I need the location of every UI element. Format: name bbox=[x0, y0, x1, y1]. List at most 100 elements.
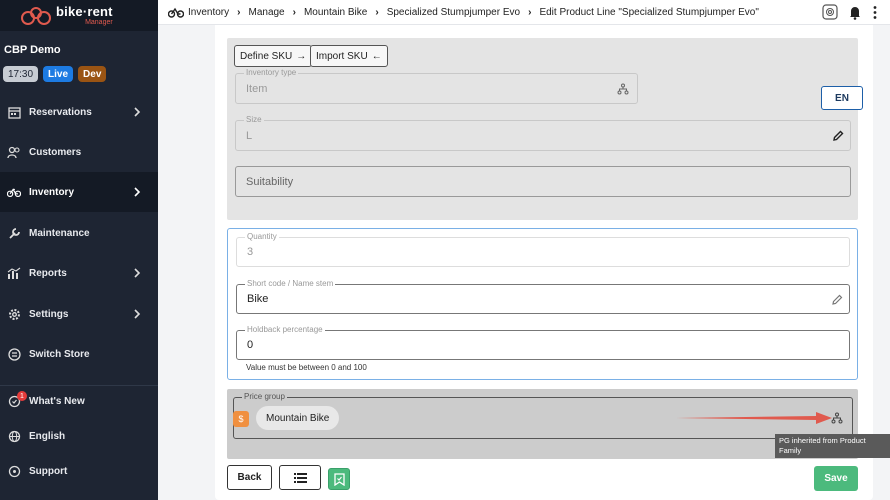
bike-logo-icon bbox=[21, 6, 51, 25]
sidebar-item-label: Switch Store bbox=[29, 348, 90, 360]
define-sku-label: Define SKU bbox=[240, 50, 293, 62]
size-label: Size bbox=[244, 115, 264, 124]
bike-icon bbox=[7, 185, 21, 199]
save-button[interactable]: Save bbox=[814, 466, 858, 491]
price-tag-icon: $ bbox=[233, 411, 249, 427]
arrow-left-icon: ← bbox=[371, 50, 382, 62]
env-live-badge[interactable]: Live bbox=[43, 66, 74, 82]
sidebar-item-label: English bbox=[29, 430, 66, 442]
suitability-field[interactable]: Suitability bbox=[235, 166, 851, 197]
sidebar-item-label: What's New bbox=[29, 395, 85, 407]
inventory-type-value: Item bbox=[246, 83, 268, 95]
sku-group: Define SKU → Import SKU ← Inventory type… bbox=[227, 38, 863, 220]
breadcrumb-item-manage[interactable]: Manage bbox=[248, 7, 284, 18]
users-icon bbox=[7, 145, 21, 159]
sidebar-item-switch-store[interactable]: Switch Store bbox=[0, 334, 158, 374]
list-icon bbox=[293, 472, 307, 483]
holdback-label: Holdback percentage bbox=[245, 325, 325, 334]
list-button[interactable] bbox=[279, 465, 321, 490]
sidebar-item-label: Maintenance bbox=[29, 227, 90, 239]
sidebar-item-label: Inventory bbox=[29, 186, 75, 198]
price-group-tooltip: PG inherited from Product Family bbox=[775, 434, 890, 458]
quantity-value: 3 bbox=[247, 246, 254, 258]
chevron-right-icon: › bbox=[375, 6, 379, 18]
holdback-percentage-field[interactable]: Holdback percentage 0 bbox=[236, 325, 850, 360]
holdback-value: 0 bbox=[247, 339, 254, 351]
arrow-right-icon: → bbox=[296, 50, 307, 62]
chevron-right-icon: › bbox=[292, 6, 296, 18]
back-button[interactable]: Back bbox=[227, 465, 272, 490]
short-code-label: Short code / Name stem bbox=[245, 279, 336, 288]
fingerprint-icon[interactable] bbox=[822, 4, 838, 20]
sidebar-item-reservations[interactable]: Reservations bbox=[0, 92, 158, 132]
env-dev-badge[interactable]: Dev bbox=[78, 66, 107, 82]
edit-product-line-form: Define SKU → Import SKU ← Inventory type… bbox=[215, 25, 873, 500]
breadcrumb-item-current: Edit Product Line "Specialized Stumpjump… bbox=[539, 6, 759, 18]
inventory-type-field: Inventory type Item bbox=[235, 68, 638, 104]
more-vertical-icon[interactable] bbox=[872, 5, 878, 20]
sidebar-item-whats-new[interactable]: What's New bbox=[0, 381, 158, 421]
help-icon bbox=[7, 464, 21, 478]
hierarchy-icon bbox=[617, 83, 629, 95]
bike-icon bbox=[168, 7, 184, 18]
sidebar-item-label: Reservations bbox=[29, 106, 92, 118]
short-code-field[interactable]: Short code / Name stem Bike bbox=[236, 279, 850, 314]
globe-icon bbox=[7, 429, 21, 443]
chevron-right-icon: › bbox=[237, 6, 241, 18]
hierarchy-icon[interactable] bbox=[831, 412, 843, 424]
sidebar-item-english[interactable]: English bbox=[0, 416, 158, 456]
sidebar-item-reports[interactable]: Reports bbox=[0, 253, 158, 293]
price-group-label: Price group bbox=[242, 392, 287, 401]
details-group: Quantity 3 Short code / Name stem Bike H… bbox=[227, 228, 858, 380]
sidebar-item-label: Customers bbox=[29, 146, 82, 158]
sidebar-item-label: Settings bbox=[29, 308, 69, 320]
holdback-helper-text: Value must be between 0 and 100 bbox=[246, 363, 367, 372]
sidebar-item-customers[interactable]: Customers bbox=[0, 132, 158, 172]
price-group-section: Price group $ Mountain Bike bbox=[227, 389, 858, 459]
bell-icon[interactable] bbox=[848, 5, 862, 20]
quantity-field: Quantity 3 bbox=[236, 232, 850, 267]
logo-text: bike·rent bbox=[56, 4, 113, 19]
import-sku-button[interactable]: Import SKU ← bbox=[310, 45, 388, 67]
pencil-icon[interactable] bbox=[832, 130, 844, 142]
gear-icon bbox=[7, 307, 21, 321]
logo-subtitle: Manager bbox=[85, 19, 113, 26]
pencil-icon[interactable] bbox=[831, 294, 843, 306]
switch-icon bbox=[7, 347, 21, 361]
chevron-right-icon: › bbox=[528, 6, 532, 18]
quantity-label: Quantity bbox=[245, 232, 279, 241]
breadcrumb-item-inventory[interactable]: Inventory bbox=[168, 7, 229, 18]
breadcrumb-item-mountain-bike[interactable]: Mountain Bike bbox=[304, 7, 367, 18]
logo[interactable]: bike·rent Manager bbox=[0, 0, 158, 31]
price-group-field[interactable]: Price group $ Mountain Bike bbox=[233, 392, 853, 439]
inventory-type-label: Inventory type bbox=[244, 68, 299, 77]
price-group-chip[interactable]: Mountain Bike bbox=[256, 406, 340, 430]
time-badge: 17:30 bbox=[3, 66, 39, 82]
sidebar: bike·rent Manager CBP Demo 17:30 Live De… bbox=[0, 0, 158, 500]
size-field: Size L bbox=[235, 115, 851, 151]
annotation-arrow bbox=[676, 412, 832, 424]
bookmark-icon bbox=[333, 472, 345, 486]
chevron-right-icon bbox=[134, 107, 141, 117]
sidebar-item-label: Reports bbox=[29, 267, 67, 279]
chevron-right-icon bbox=[134, 309, 141, 319]
sidebar-item-label: Support bbox=[29, 465, 68, 477]
language-button[interactable]: EN bbox=[821, 86, 863, 110]
breadcrumb-item-product-family[interactable]: Specialized Stumpjumper Evo bbox=[387, 7, 520, 18]
short-code-value: Bike bbox=[247, 293, 269, 305]
notification-badge: 1 bbox=[17, 391, 27, 401]
import-sku-label: Import SKU bbox=[316, 50, 368, 62]
sidebar-item-settings[interactable]: Settings bbox=[0, 294, 158, 334]
chart-icon bbox=[7, 266, 21, 280]
bookmark-button[interactable] bbox=[328, 468, 350, 490]
calendar-icon bbox=[7, 105, 21, 119]
sidebar-item-maintenance[interactable]: Maintenance bbox=[0, 213, 158, 253]
breadcrumb: Inventory › Manage › Mountain Bike › Spe… bbox=[158, 0, 890, 25]
sidebar-item-support[interactable]: Support bbox=[0, 451, 158, 491]
size-value: L bbox=[246, 130, 253, 142]
wrench-icon bbox=[7, 226, 21, 240]
sidebar-item-inventory[interactable]: Inventory bbox=[0, 172, 158, 212]
breadcrumb-label: Inventory bbox=[188, 6, 230, 18]
define-sku-button[interactable]: Define SKU → bbox=[234, 45, 313, 67]
store-name: CBP Demo bbox=[4, 44, 61, 56]
